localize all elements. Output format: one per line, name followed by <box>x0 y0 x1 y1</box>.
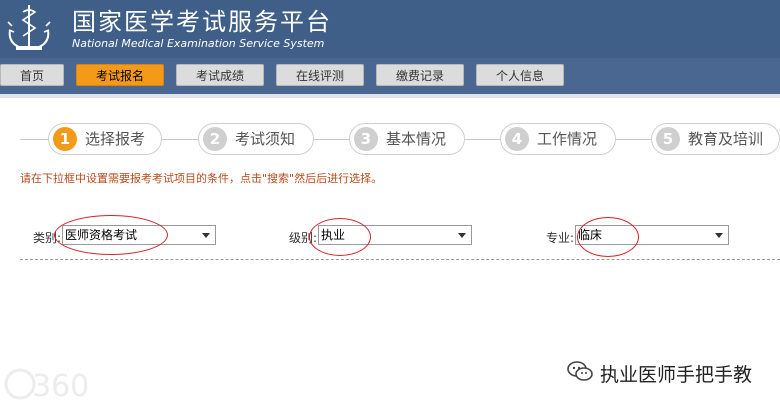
step-select-exam[interactable]: 1 选择报考 <box>48 123 162 155</box>
nav-online-assessment[interactable]: 在线评测 <box>276 64 364 86</box>
registration-steps: 1 选择报考 2 考试须知 3 基本情况 4 工作情况 5 教育及培训 <box>0 120 780 160</box>
site-title: 国家医学考试服务平台 <box>72 8 332 36</box>
level-label: 级别: <box>289 231 318 245</box>
nav-payment-records[interactable]: 缴费记录 <box>376 64 464 86</box>
step-work-info[interactable]: 4 工作情况 <box>500 123 616 155</box>
step-number: 1 <box>53 127 77 151</box>
site-subtitle: National Medical Examination Service Sys… <box>72 37 325 50</box>
emblem-logo-icon <box>7 5 51 50</box>
watermark-text: 执业医师手把手教 <box>600 364 753 386</box>
step-number: 3 <box>354 127 378 151</box>
step-number: 2 <box>203 127 227 151</box>
major-select[interactable]: 临床 <box>575 225 729 245</box>
step-number: 5 <box>656 127 680 151</box>
level-value: 执业 <box>321 228 346 242</box>
category-label: 类别: <box>33 231 62 245</box>
instruction-text: 请在下拉框中设置需要报考考试项目的条件，点击"搜索"然后后进行选择。 <box>20 172 383 185</box>
step-label: 工作情况 <box>537 130 598 148</box>
step-exam-notice[interactable]: 2 考试须知 <box>198 123 314 155</box>
major-value: 临床 <box>578 228 603 242</box>
category-value: 医师资格考试 <box>65 228 138 242</box>
step-number: 4 <box>505 127 529 151</box>
nav-personal-info[interactable]: 个人信息 <box>476 64 564 86</box>
nav-exam-results[interactable]: 考试成绩 <box>176 64 264 86</box>
level-select[interactable]: 执业 <box>318 225 472 245</box>
chevron-down-icon <box>202 233 210 238</box>
watermark-logo-icon: 360 <box>4 368 89 402</box>
step-education-training[interactable]: 5 教育及培训 <box>651 123 780 155</box>
nav-exam-registration[interactable]: 考试报名 <box>76 64 164 86</box>
site-header: 国家医学考试服务平台 National Medical Examination … <box>0 0 780 58</box>
chevron-down-icon <box>715 233 723 238</box>
chevron-down-icon <box>458 233 466 238</box>
main-nav: 首页 考试报名 考试成绩 在线评测 缴费记录 个人信息 <box>0 58 780 94</box>
step-label: 选择报考 <box>85 130 146 148</box>
major-label: 专业: <box>546 231 575 245</box>
step-label: 考试须知 <box>235 130 296 148</box>
watermark-logo-text: 360 <box>32 369 89 402</box>
step-label: 基本情况 <box>386 130 447 148</box>
nav-divider <box>0 94 780 98</box>
step-label: 教育及培训 <box>688 130 764 148</box>
wechat-icon <box>567 361 593 381</box>
nav-home[interactable]: 首页 <box>0 64 64 86</box>
step-basic-info[interactable]: 3 基本情况 <box>349 123 465 155</box>
category-select[interactable]: 医师资格考试 <box>62 225 216 245</box>
section-divider <box>20 259 780 260</box>
